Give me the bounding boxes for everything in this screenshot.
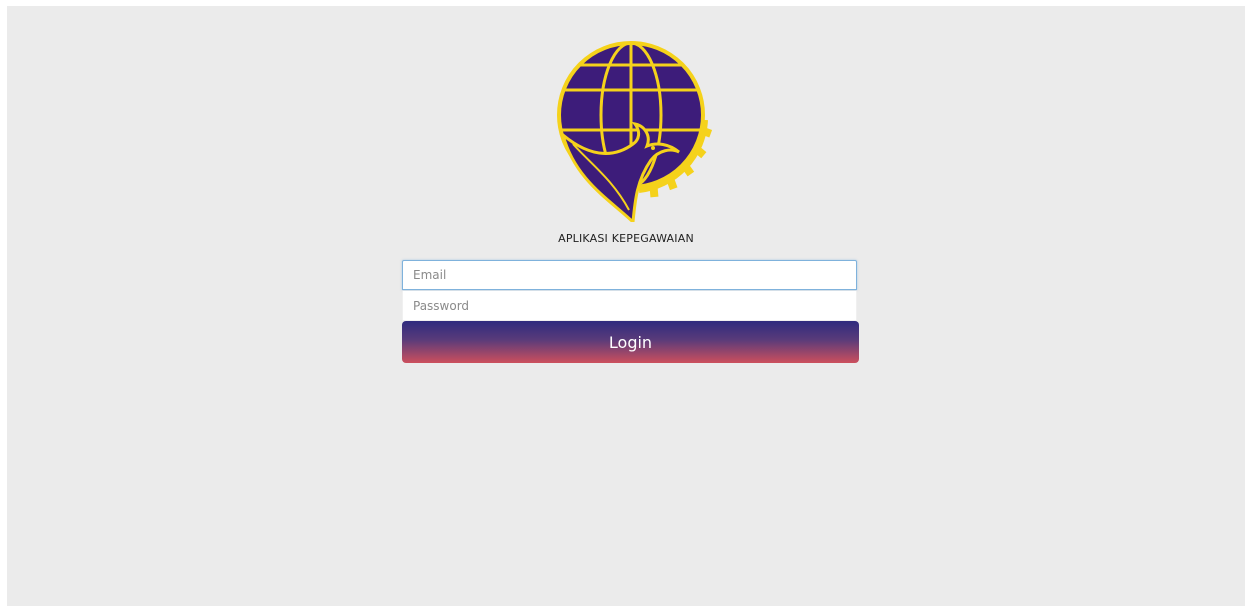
login-page: APLIKASI KEPEGAWAIAN Login xyxy=(7,6,1245,606)
globe-eagle-logo-icon xyxy=(557,41,713,222)
email-field[interactable] xyxy=(402,260,857,290)
app-title: APLIKASI KEPEGAWAIAN xyxy=(558,232,694,245)
login-button[interactable]: Login xyxy=(402,321,859,363)
password-field[interactable] xyxy=(402,291,857,321)
